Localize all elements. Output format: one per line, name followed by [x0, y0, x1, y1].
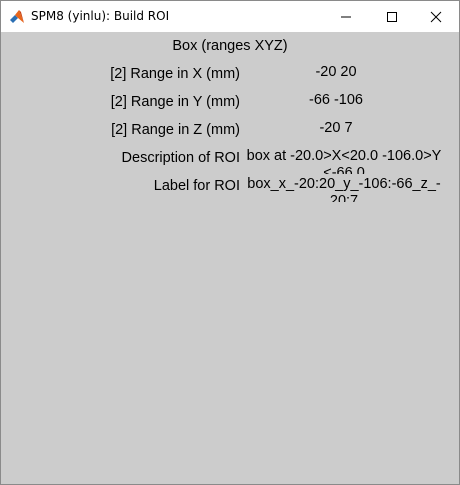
description-label: Description of ROI — [121, 150, 240, 166]
title-bar[interactable]: SPM8 (yinlu): Build ROI — [1, 1, 459, 32]
range-x-value[interactable]: -20 20 — [241, 64, 431, 81]
roi-form: Box (ranges XYZ) [2] Range in X (mm) -20… — [1, 32, 459, 484]
range-y-label: [2] Range in Y (mm) — [110, 94, 240, 110]
range-x-label: [2] Range in X (mm) — [110, 66, 240, 82]
maximize-button[interactable] — [369, 1, 415, 32]
spm-build-roi-window: SPM8 (yinlu): Build ROI Box (ranges XYZ)… — [0, 0, 460, 485]
roi-label-label: Label for ROI — [153, 178, 240, 194]
roi-label-field[interactable]: box_x_-20:20_y_-106:-66_z_-20:7 — [245, 176, 443, 202]
window-title: SPM8 (yinlu): Build ROI — [31, 9, 170, 23]
form-heading: Box (ranges XYZ) — [172, 38, 288, 54]
description-field[interactable]: box at -20.0>X<20.0 -106.0>Y<-66.0 — [245, 148, 443, 174]
matlab-icon — [9, 9, 25, 25]
description-value: box at -20.0>X<20.0 -106.0>Y<-66.0 — [246, 148, 442, 174]
roi-label-value: box_x_-20:20_y_-106:-66_z_-20:7 — [247, 176, 441, 202]
range-z-value[interactable]: -20 7 — [241, 120, 431, 137]
close-button[interactable] — [413, 1, 459, 32]
range-z-label: [2] Range in Z (mm) — [111, 122, 240, 138]
minimize-button[interactable] — [323, 1, 369, 32]
close-icon — [430, 11, 442, 22]
maximize-icon — [387, 11, 397, 22]
minimize-icon — [341, 16, 351, 17]
range-y-value[interactable]: -66 -106 — [241, 92, 431, 109]
